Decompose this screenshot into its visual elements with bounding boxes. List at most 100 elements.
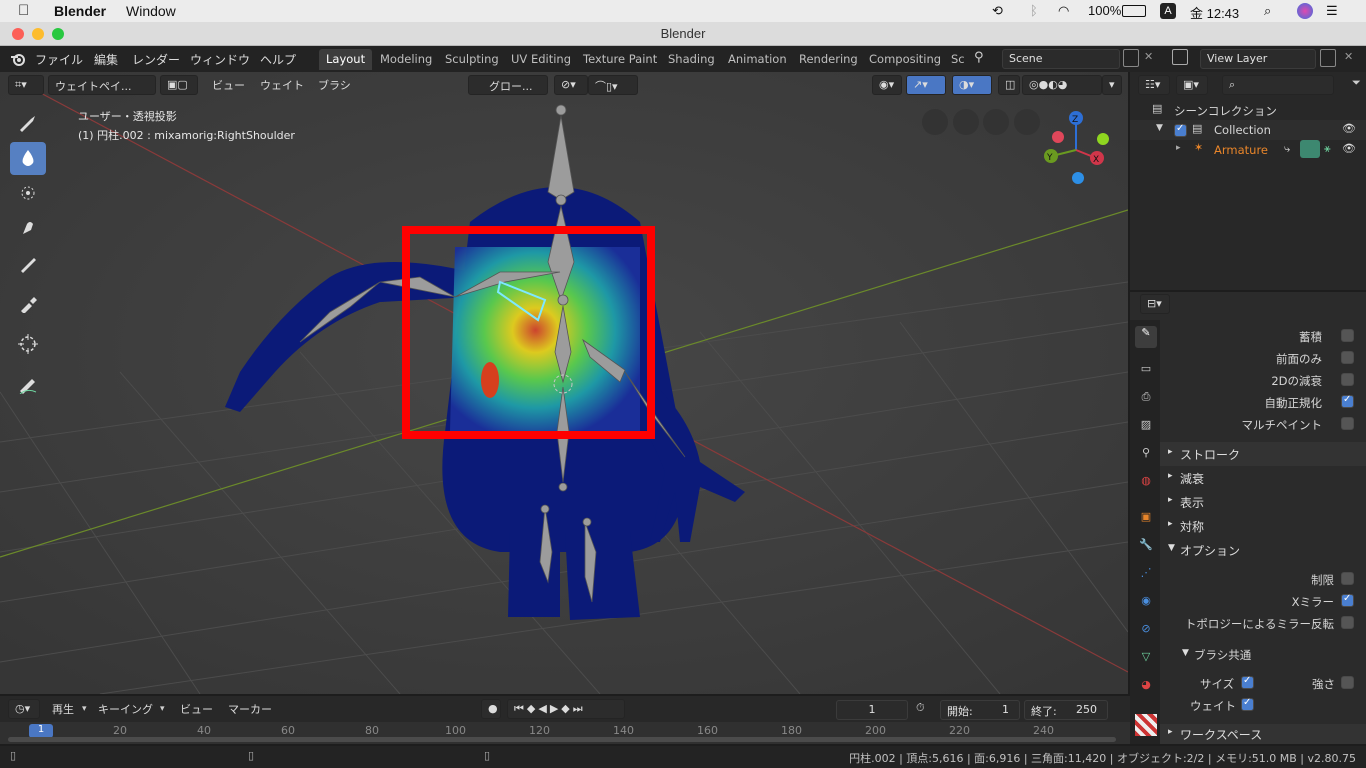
topology-mirror-checkbox[interactable]	[1341, 616, 1354, 629]
tool-tab-icon[interactable]: ✎	[1135, 326, 1157, 348]
front-faces-only-checkbox[interactable]	[1341, 351, 1354, 364]
tool-draw-brush[interactable]	[10, 107, 46, 140]
modifier-icon[interactable]: ⤷	[1284, 142, 1290, 156]
tab-texture-paint[interactable]: Texture Paint	[576, 49, 664, 70]
viewport-scene[interactable]: Z Y X	[0, 72, 1128, 694]
3d-viewport[interactable]: Z Y X ⌗▾ ウェイトペイ... ▣▢ ビュー ウェイト ブラシ グロー..…	[0, 72, 1128, 694]
weight-pressure-checkbox[interactable]	[1241, 697, 1254, 711]
outliner-row-collection[interactable]: ▼ ▤ Collection 👁	[1130, 120, 1366, 140]
navigation-button-3[interactable]	[983, 109, 1009, 135]
modifier-tab-icon[interactable]: 🔧	[1135, 538, 1157, 560]
timeline-panel[interactable]: ◷▾ 再生 ▾ キーイング ▾ ビュー マーカー ● ⏮◆◀▶◆⏭ 1 ⏱ 開始…	[0, 696, 1130, 744]
apple-menu-icon[interactable]: 	[18, 2, 29, 19]
outliner-panel[interactable]: ☷▾ ▣▾ ⌕ ⏷ ▤ シーンコレクション ▼ ▤ Collection 👁 ▸…	[1130, 72, 1366, 290]
menu-edit[interactable]: 編集	[94, 51, 118, 68]
new-scene-icon[interactable]	[1123, 49, 1139, 67]
battery-icon[interactable]	[1122, 5, 1146, 17]
playback-controls[interactable]: ⏮◆◀▶◆⏭	[507, 699, 625, 719]
current-frame-field[interactable]: 1	[836, 700, 908, 720]
outliner-row-armature[interactable]: ▸ ✶ Armature ⤷ ⚹ 👁	[1130, 140, 1366, 160]
scene-icon[interactable]: ⚲	[974, 50, 984, 65]
physics-tab-icon[interactable]: ◉	[1135, 594, 1157, 616]
view-layer-field[interactable]: View Layer	[1200, 49, 1316, 69]
strength-pressure-checkbox[interactable]	[1341, 676, 1354, 689]
menu-timeline-view[interactable]: ビュー	[174, 699, 219, 719]
scene-tab-icon[interactable]: ⚲	[1135, 446, 1157, 468]
properties-editor-type-icon[interactable]: ⊟▾	[1140, 294, 1170, 314]
brush-common-arrow-icon[interactable]: ▼	[1182, 648, 1189, 658]
mode-dropdown[interactable]: ウェイトペイ...	[48, 75, 156, 95]
tool-average[interactable]	[10, 177, 46, 210]
mask-toggle-icon[interactable]: ▣▢	[160, 75, 198, 95]
remove-scene-icon[interactable]: ✕	[1144, 50, 1153, 63]
brush-common-label[interactable]: ブラシ共通	[1194, 647, 1251, 663]
view-layer-tab-icon[interactable]: ▨	[1135, 418, 1157, 440]
blender-logo-icon[interactable]	[10, 51, 26, 67]
constraints-tab-icon[interactable]: ⊘	[1135, 622, 1157, 644]
expand-arrow-icon[interactable]: ▸	[1176, 143, 1181, 153]
new-view-layer-icon[interactable]	[1320, 49, 1336, 67]
texture-tab-icon[interactable]	[1135, 714, 1157, 736]
scene-field[interactable]: Scene	[1002, 49, 1120, 69]
end-frame-field[interactable]: 終了: 250	[1024, 700, 1108, 720]
spotlight-icon[interactable]: ⌕	[1264, 3, 1271, 19]
siri-icon[interactable]	[1297, 3, 1313, 19]
window-menu[interactable]: Window	[126, 3, 176, 19]
size-pressure-checkbox[interactable]	[1241, 675, 1254, 689]
keying-dropdown-arrow-icon[interactable]: ▾	[160, 704, 165, 714]
visibility-icon[interactable]: ◉▾	[872, 75, 902, 95]
wifi-icon[interactable]: ◠	[1058, 3, 1069, 19]
navigation-button-2[interactable]	[953, 109, 979, 135]
navigation-button-1[interactable]	[922, 109, 948, 135]
menubar-clock[interactable]: 金 12:43	[1190, 3, 1239, 22]
filter-icon[interactable]: ⏷	[1352, 76, 1361, 90]
falloff-2d-checkbox[interactable]	[1341, 373, 1354, 386]
view-layer-icon[interactable]	[1172, 49, 1188, 65]
tab-scripting[interactable]: Sc	[944, 49, 972, 70]
start-frame-field[interactable]: 開始: 1	[940, 700, 1020, 720]
pose-icon[interactable]	[1300, 140, 1320, 158]
tab-sculpting[interactable]: Sculpting	[438, 49, 506, 70]
section-display[interactable]: ▸ 表示	[1160, 490, 1366, 514]
outliner-scene-collection[interactable]: シーンコレクション	[1174, 103, 1277, 119]
accumulate-checkbox[interactable]	[1341, 329, 1354, 342]
outliner-editor-type-icon[interactable]: ☷▾	[1138, 75, 1170, 95]
playback-dropdown-arrow-icon[interactable]: ▾	[82, 704, 87, 714]
render-tab-icon[interactable]: ▭	[1135, 362, 1157, 384]
tab-compositing[interactable]: Compositing	[862, 49, 948, 70]
menu-weight[interactable]: ウェイト	[254, 75, 310, 95]
timeline-ruler[interactable]: 1 20 40 60 80 100 120 140 160 180 200 22…	[0, 722, 1130, 744]
remove-view-layer-icon[interactable]: ✕	[1344, 50, 1353, 63]
collection-visibility-icon[interactable]: 👁	[1342, 122, 1356, 135]
xray-toggle-icon[interactable]: ◫	[998, 75, 1020, 95]
tool-smear[interactable]	[10, 212, 46, 245]
timeline-editor-type-icon[interactable]: ◷▾	[8, 699, 40, 719]
tool-sample-weight[interactable]	[10, 287, 46, 320]
app-name-menu[interactable]: Blender	[54, 3, 106, 19]
display-mode-icon[interactable]: ▣▾	[1176, 75, 1208, 95]
record-button[interactable]: ●	[481, 699, 501, 719]
auto-normalize-checkbox[interactable]	[1341, 394, 1354, 408]
menu-brush[interactable]: ブラシ	[312, 75, 357, 95]
outliner-search-input[interactable]: ⌕	[1222, 75, 1334, 95]
bluetooth-icon[interactable]: ᛒ	[1030, 3, 1038, 18]
menu-view[interactable]: ビュー	[206, 75, 251, 95]
pivot-icon[interactable]: ⊘▾	[554, 75, 588, 95]
collection-checkbox[interactable]	[1174, 123, 1187, 137]
menu-marker[interactable]: マーカー	[222, 699, 278, 719]
menu-help[interactable]: ヘルプ	[260, 51, 296, 68]
collapse-arrow-icon[interactable]: ▼	[1156, 123, 1163, 133]
multi-paint-checkbox[interactable]	[1341, 417, 1354, 430]
menu-keying[interactable]: キーイング	[92, 699, 159, 719]
particles-tab-icon[interactable]: ⋰	[1135, 566, 1157, 588]
time-machine-icon[interactable]: ⟲	[992, 3, 1003, 19]
tab-rendering[interactable]: Rendering	[792, 49, 865, 70]
tool-cursor[interactable]	[10, 327, 46, 360]
tool-blur[interactable]	[10, 142, 46, 175]
object-tab-icon[interactable]: ▣	[1135, 510, 1157, 532]
menu-file[interactable]: ファイル	[35, 51, 83, 68]
gizmo-toggle-icon[interactable]: ↗▾	[906, 75, 946, 95]
shading-options-icon[interactable]: ▾	[1102, 75, 1122, 95]
playhead-frame[interactable]: 1	[29, 724, 53, 738]
section-symmetry[interactable]: ▸ 対称	[1160, 514, 1366, 538]
